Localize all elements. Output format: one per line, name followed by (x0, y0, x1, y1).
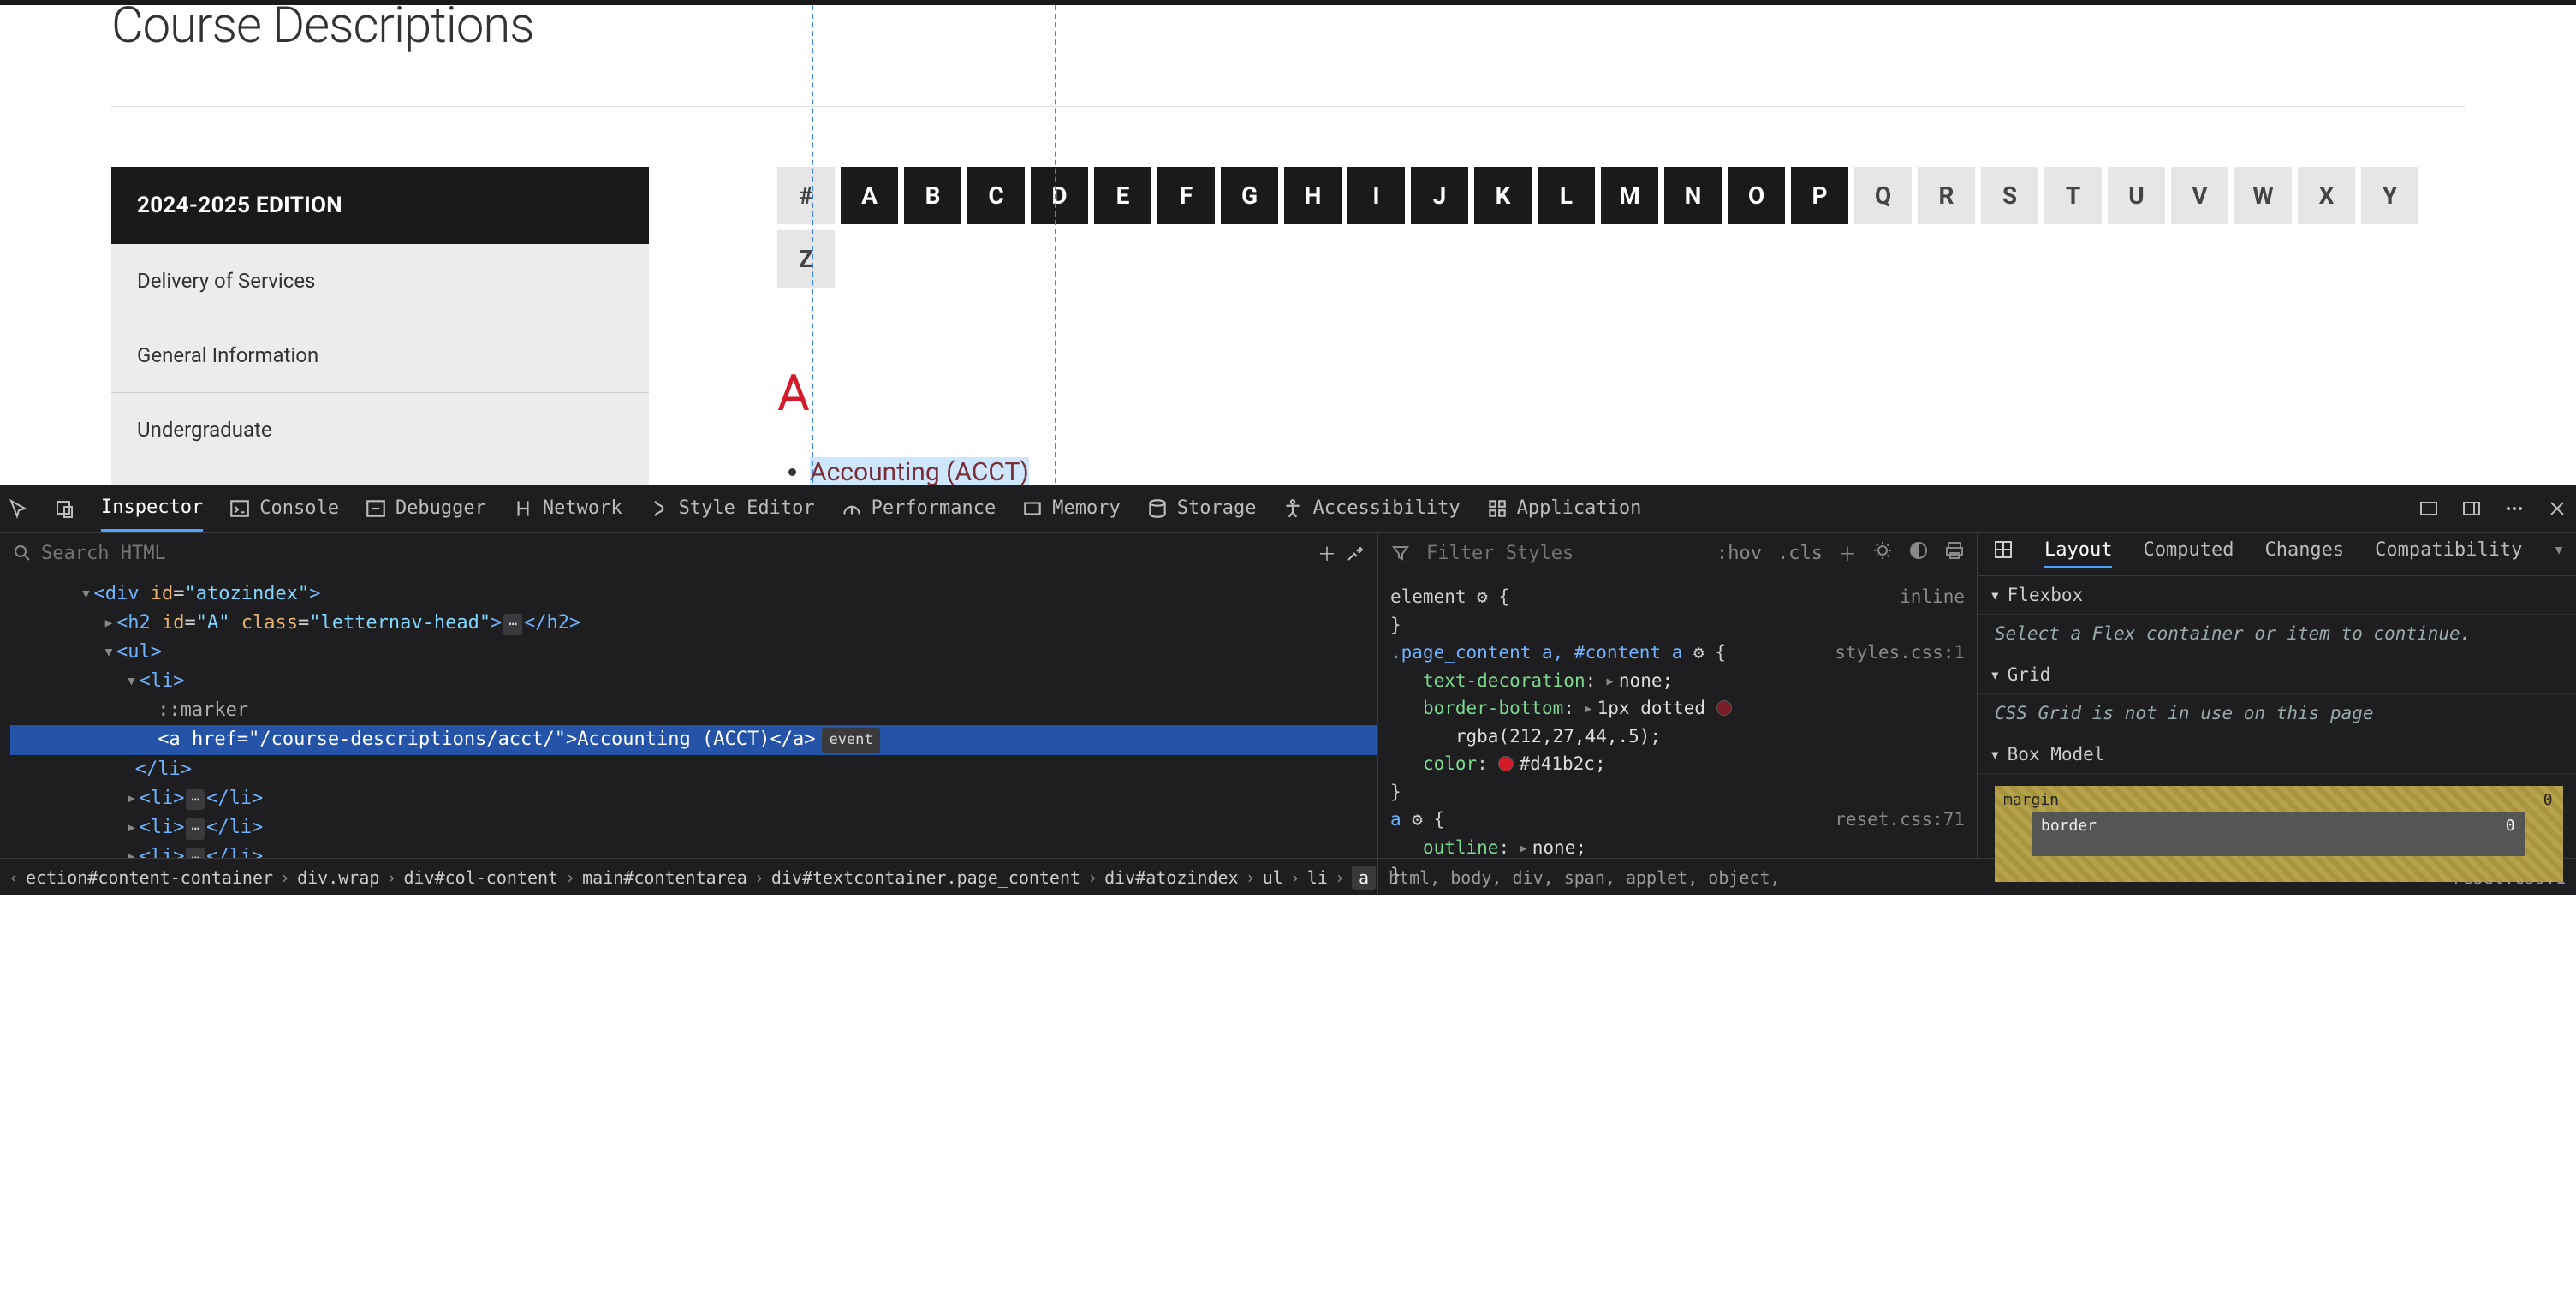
list-item: Accounting (ACCT) (810, 457, 2465, 487)
course-link-acct[interactable]: Accounting (ACCT) (810, 457, 1029, 488)
styles-toolbar: :hov .cls ＋ (1378, 533, 1977, 574)
letter-E[interactable]: E (1094, 167, 1151, 224)
flexbox-msg: Select a Flex container or item to conti… (1978, 615, 2576, 656)
tab-inspector[interactable]: Inspector (101, 485, 203, 532)
box-model: margin 0 border 0 (1978, 774, 2576, 894)
letter-A[interactable]: A (841, 167, 898, 224)
letter-O[interactable]: O (1728, 167, 1785, 224)
devtools-body: ＋ ▾<div id="atozindex"> ▸<h2 id="A" clas… (0, 533, 2576, 858)
tab-network[interactable]: Network (512, 485, 622, 532)
styles-panel: :hov .cls ＋ element ⚙ {inline } .page_co… (1378, 533, 1978, 858)
cls-toggle[interactable]: .cls (1777, 543, 1823, 564)
letter-hash[interactable]: # (777, 167, 835, 224)
letter-C[interactable]: C (967, 167, 1025, 224)
letter-K[interactable]: K (1474, 167, 1532, 224)
divider (111, 106, 2465, 107)
responsive-icon[interactable] (55, 498, 75, 519)
devtools: Inspector Console Debugger Network Style… (0, 485, 2576, 895)
more-icon[interactable] (2504, 498, 2525, 519)
layout-tab-changes[interactable]: Changes (2264, 539, 2344, 568)
grid-msg: CSS Grid is not in use on this page (1978, 694, 2576, 735)
dom-search-input[interactable] (41, 543, 671, 564)
letter-M[interactable]: M (1601, 167, 1658, 224)
tab-debugger[interactable]: Debugger (365, 485, 486, 532)
iframe-picker-icon[interactable] (2418, 498, 2439, 519)
tab-storage[interactable]: Storage (1146, 485, 1257, 532)
layout-tab-layout[interactable]: Layout (2044, 539, 2112, 568)
layout-tabs: Layout Computed Changes Compatibility ▾ (1978, 533, 2576, 576)
light-dark-icon[interactable] (1872, 540, 1893, 566)
layout-panel: Layout Computed Changes Compatibility ▾ … (1978, 533, 2576, 858)
chevron-left-icon[interactable]: ‹ (9, 867, 19, 888)
tab-memory[interactable]: Memory (1021, 485, 1120, 532)
letter-D[interactable]: D (1031, 167, 1088, 224)
contrast-icon[interactable] (1908, 540, 1929, 566)
letter-P[interactable]: P (1791, 167, 1848, 224)
layout-tab-compat[interactable]: Compatibility (2375, 539, 2522, 568)
grid-section-head[interactable]: ▾Grid (1978, 656, 2576, 694)
page-root: Course Descriptions 2024-2025 EDITION De… (0, 5, 2576, 895)
sidebar-item-undergrad[interactable]: Undergraduate (111, 393, 649, 467)
eyedropper-icon[interactable] (1345, 543, 1365, 563)
sidebar-item-delivery[interactable]: Delivery of Services (111, 244, 649, 318)
letter-Q[interactable]: Q (1854, 167, 1912, 224)
hov-toggle[interactable]: :hov (1716, 543, 1762, 564)
dom-tree[interactable]: ▾<div id="atozindex"> ▸<h2 id="A" class=… (0, 574, 1377, 858)
dom-panel: ＋ ▾<div id="atozindex"> ▸<h2 id="A" clas… (0, 533, 1378, 858)
boxmodel-section-head[interactable]: ▾Box Model (1978, 735, 2576, 774)
dom-breadcrumbs[interactable]: ‹ ection#content-container› div.wrap› di… (0, 859, 1378, 895)
letter-V[interactable]: V (2171, 167, 2228, 224)
layout-tab-computed[interactable]: Computed (2143, 539, 2234, 568)
print-icon[interactable] (1944, 540, 1965, 566)
letter-R[interactable]: R (1918, 167, 1975, 224)
flexbox-section-head[interactable]: ▾Flexbox (1978, 576, 2576, 615)
tab-application[interactable]: Application (1486, 485, 1642, 532)
letter-W[interactable]: W (2234, 167, 2292, 224)
letter-U[interactable]: U (2108, 167, 2165, 224)
page-title: Course Descriptions (111, 5, 2465, 55)
filter-icon (1390, 543, 1411, 563)
close-icon[interactable] (2547, 498, 2567, 519)
section-letter-A: A (777, 365, 2465, 423)
letter-B[interactable]: B (904, 167, 961, 224)
letter-G[interactable]: G (1221, 167, 1278, 224)
chevron-down-icon[interactable]: ▾ (2553, 539, 2564, 568)
tab-console[interactable]: Console (229, 485, 339, 532)
tab-performance[interactable]: Performance (841, 485, 996, 532)
add-rule-icon[interactable]: ＋ (1838, 539, 1857, 567)
letter-T[interactable]: T (2044, 167, 2102, 224)
pick-element-icon[interactable] (9, 498, 29, 519)
letter-Y[interactable]: Y (2361, 167, 2418, 224)
letter-S[interactable]: S (1981, 167, 2038, 224)
tab-style-editor[interactable]: Style Editor (648, 485, 815, 532)
letter-H[interactable]: H (1284, 167, 1342, 224)
css-rules[interactable]: element ⚙ {inline } .page_content a, #co… (1378, 574, 1977, 895)
letter-I[interactable]: I (1347, 167, 1405, 224)
letter-nav: # A B C D E F G H I J K L M N O P (777, 167, 2465, 288)
letter-J[interactable]: J (1411, 167, 1468, 224)
add-node-icon[interactable]: ＋ (1318, 539, 1336, 567)
letter-N[interactable]: N (1664, 167, 1722, 224)
letter-Z[interactable]: Z (777, 230, 835, 288)
letter-L[interactable]: L (1538, 167, 1595, 224)
sidebar-item-general[interactable]: General Information (111, 318, 649, 393)
tab-accessibility[interactable]: Accessibility (1282, 485, 1460, 532)
search-icon (12, 543, 33, 563)
devtools-tabbar: Inspector Console Debugger Network Style… (0, 485, 2576, 533)
letter-X[interactable]: X (2298, 167, 2355, 224)
dom-search-bar: ＋ (0, 533, 1377, 574)
dock-side-icon[interactable] (2461, 498, 2482, 519)
flex-grid-toggle-icon[interactable] (1993, 539, 2014, 568)
filter-styles-input[interactable] (1426, 543, 1701, 564)
sidebar-edition: 2024-2025 EDITION (111, 167, 649, 244)
letter-F[interactable]: F (1157, 167, 1215, 224)
